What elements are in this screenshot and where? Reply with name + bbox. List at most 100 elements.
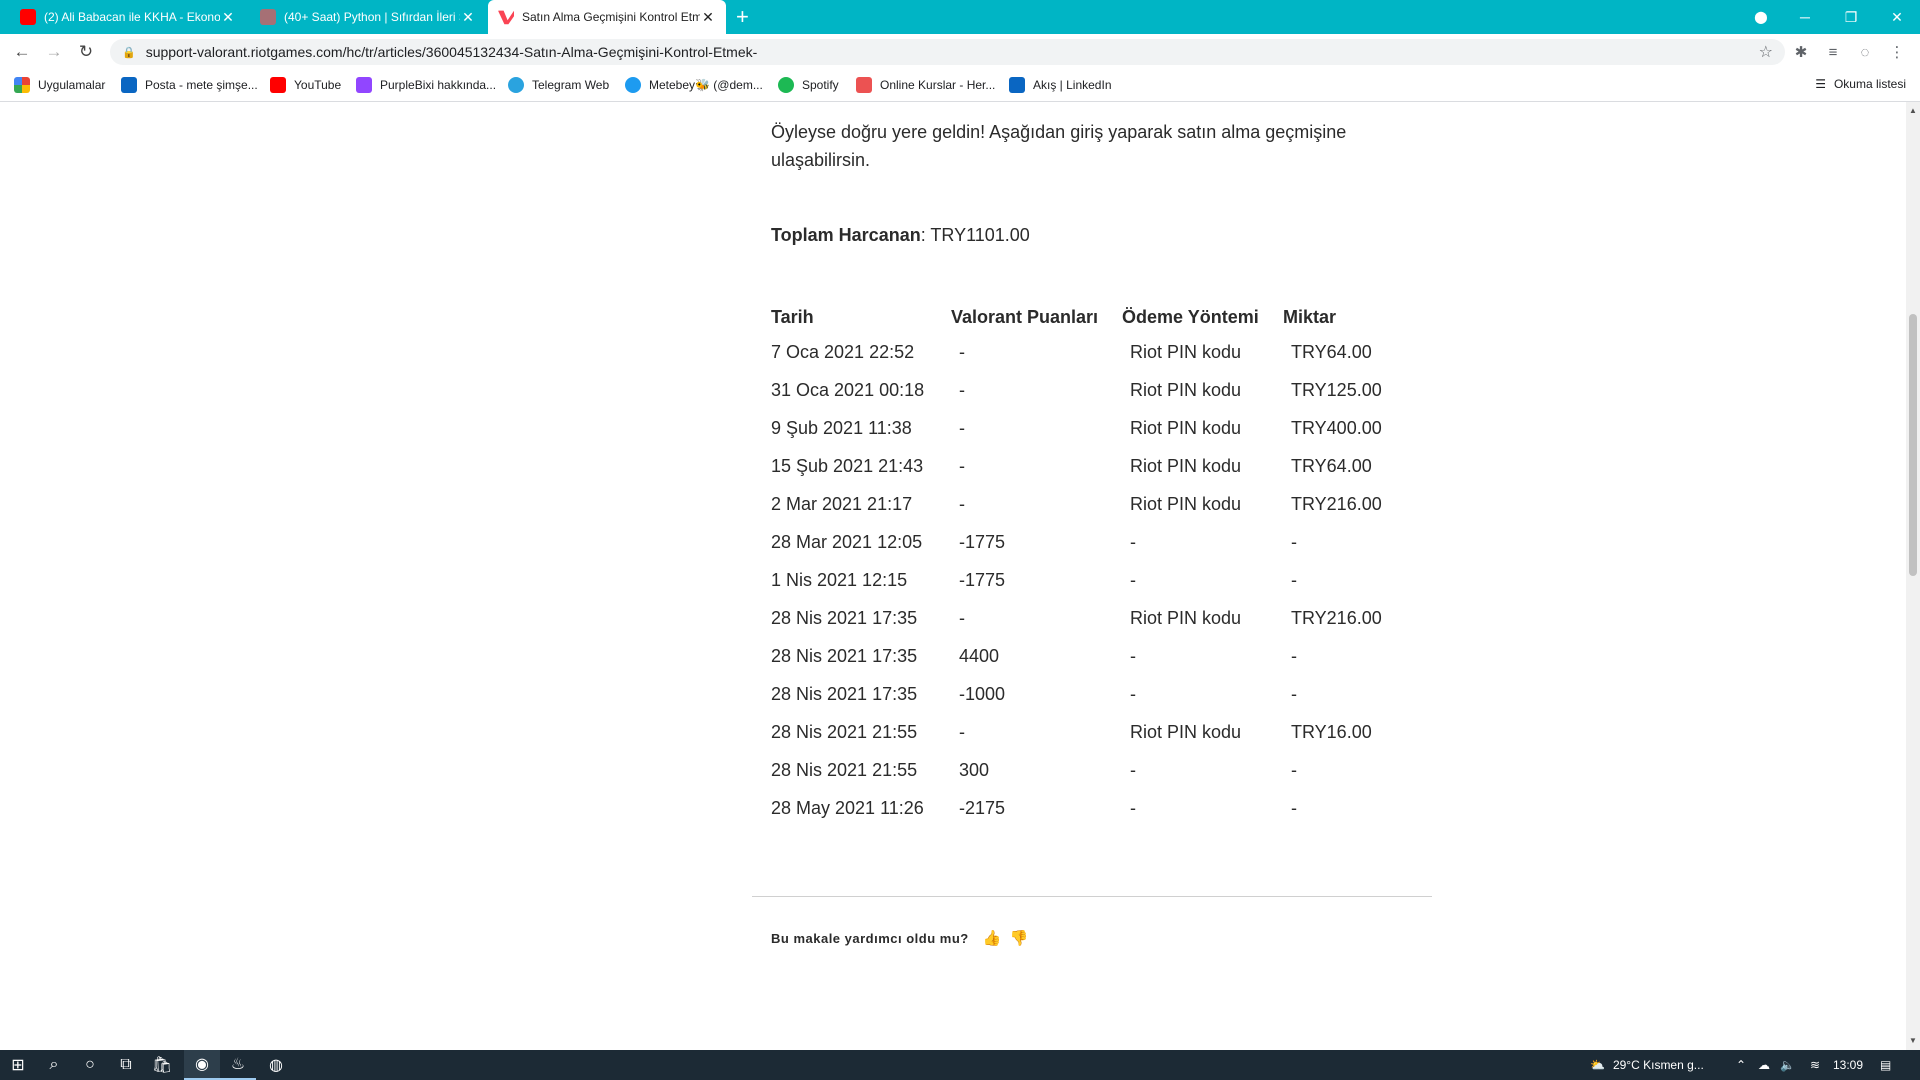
row-payment-method: - — [1130, 646, 1136, 666]
bookmark-youtube[interactable]: YouTube — [270, 77, 341, 93]
bookmark-label: Online Kurslar - Her... — [880, 78, 996, 92]
new-tab-button[interactable]: + — [736, 4, 749, 30]
row-payment-method: Riot PIN kodu — [1130, 456, 1242, 476]
browser-toolbar: ← → ↻ 🔒 support-valorant.riotgames.com/h… — [0, 34, 1920, 70]
onedrive-icon[interactable]: ☁ — [1758, 1050, 1770, 1080]
row-payment-method: - — [1130, 570, 1136, 590]
row-payment-method: - — [1130, 532, 1136, 552]
bookmark-spotify[interactable]: Spotify — [778, 77, 839, 93]
close-icon[interactable]: ✕ — [700, 9, 716, 26]
article-feedback: Bu makale yardımcı oldu mu? 👍 👎 — [771, 929, 1029, 947]
bookmark-twitch[interactable]: PurpleBixi hakkında... — [356, 77, 496, 93]
discord-icon[interactable]: ◍ — [258, 1050, 294, 1080]
tab-title: (2) Ali Babacan ile KKHA - Ekonom — [44, 10, 220, 24]
extensions-icon[interactable]: ✱ — [1791, 42, 1811, 62]
bookmark-label: Telegram Web — [532, 78, 610, 92]
reload-button[interactable]: ↻ — [74, 40, 98, 64]
youtube-icon — [270, 77, 286, 93]
back-button[interactable]: ← — [10, 40, 34, 64]
total-spent: Toplam Harcanan: TRY1101.00 — [771, 225, 1030, 246]
row-date: 9 Şub 2021 11:38 — [771, 418, 912, 438]
windows-start-icon[interactable]: ⊞ — [0, 1050, 36, 1080]
header-amount: Miktar — [1283, 307, 1337, 327]
udemy-icon — [260, 9, 276, 25]
row-payment-method: Riot PIN kodu — [1130, 342, 1242, 362]
outlook-icon — [121, 77, 137, 93]
row-points: -1775 — [959, 532, 1006, 552]
media-control-icon[interactable]: ≡ — [1823, 42, 1843, 62]
row-date: 28 Mar 2021 12:05 — [771, 532, 923, 552]
address-bar[interactable]: 🔒 support-valorant.riotgames.com/hc/tr/a… — [110, 39, 1785, 65]
bookmark-twitter[interactable]: Metebey🐝 (@dem... — [625, 77, 763, 93]
tab-youtube[interactable]: (2) Ali Babacan ile KKHA - Ekonom ✕ — [10, 0, 246, 34]
lock-icon[interactable]: 🔒 — [122, 46, 136, 59]
row-date: 7 Oca 2021 22:52 — [771, 342, 915, 362]
row-points: - — [959, 722, 965, 742]
bookmark-label: Uygulamalar — [38, 78, 106, 92]
tab-strip: (2) Ali Babacan ile KKHA - Ekonom ✕ (40+… — [0, 0, 1920, 34]
row-date: 2 Mar 2021 21:17 — [771, 494, 913, 514]
bookmark-label: Posta - mete şimşe... — [145, 78, 258, 92]
header-payment-method: Ödeme Yöntemi — [1122, 307, 1259, 327]
thumbs-down-icon[interactable]: 👎 — [1010, 929, 1029, 947]
scroll-down-icon[interactable]: ▼ — [1909, 1036, 1917, 1045]
total-value: : TRY1101.00 — [920, 225, 1030, 245]
row-date: 31 Oca 2021 00:18 — [771, 380, 925, 400]
bookmark-linkedin[interactable]: Akış | LinkedIn — [1009, 77, 1112, 93]
tab-title: (40+ Saat) Python | Sıfırdan İleri S — [284, 10, 460, 24]
row-payment-method: Riot PIN kodu — [1130, 380, 1242, 400]
scrollbar-thumb[interactable] — [1909, 314, 1917, 576]
window-close-button[interactable]: ✕ — [1874, 0, 1920, 34]
forward-button[interactable]: → — [42, 40, 66, 64]
bookmark-star-icon[interactable]: ☆ — [1759, 42, 1773, 62]
row-amount: TRY64.00 — [1291, 342, 1372, 362]
bookmark-apps[interactable]: Uygulamalar — [14, 77, 105, 93]
bookmark-udemy[interactable]: Online Kurslar - Her... — [856, 77, 995, 93]
steam-icon[interactable]: ♨ — [220, 1050, 256, 1080]
reading-list-button[interactable]: ☰ Okuma listesi — [1815, 77, 1906, 91]
clock[interactable]: 13:09 — [1833, 1050, 1863, 1080]
scroll-up-icon[interactable]: ▲ — [1909, 106, 1917, 115]
loading-extension-icon[interactable]: ◌ — [1855, 42, 1875, 62]
weather-icon: ⛅ — [1590, 1058, 1605, 1072]
row-date: 28 Nis 2021 21:55 — [771, 760, 918, 780]
profile-menu-icon[interactable]: ⬤ — [1738, 0, 1784, 34]
row-amount: TRY64.00 — [1291, 456, 1372, 476]
reading-list-label: Okuma listesi — [1833, 77, 1906, 91]
store-icon[interactable]: 🛍 — [144, 1050, 180, 1080]
menu-icon[interactable]: ⋮ — [1887, 42, 1907, 62]
header-date: Tarih — [771, 307, 814, 327]
search-icon[interactable]: ⌕ — [36, 1050, 72, 1080]
scrollbar[interactable]: ▲ ▼ — [1906, 102, 1920, 1050]
notifications-icon[interactable]: ▤ — [1880, 1050, 1891, 1080]
cortana-icon[interactable]: ○ — [72, 1050, 108, 1080]
minimize-button[interactable]: ─ — [1782, 0, 1828, 34]
weather-text: 29°C Kısmen g... — [1612, 1058, 1704, 1072]
restore-button[interactable]: ❐ — [1828, 0, 1874, 34]
spotify-icon — [778, 77, 794, 93]
tab-valorant-support[interactable]: Satın Alma Geçmişini Kontrol Etme ✕ — [488, 0, 726, 34]
tray-chevron-icon[interactable]: ⌃ — [1736, 1050, 1746, 1080]
reading-list-icon: ☰ — [1815, 77, 1826, 91]
bookmark-outlook[interactable]: Posta - mete şimşe... — [121, 77, 258, 93]
weather-widget[interactable]: ⛅ 29°C Kısmen g... — [1590, 1050, 1704, 1080]
row-date: 28 Nis 2021 17:35 — [771, 684, 918, 704]
row-amount: TRY216.00 — [1291, 494, 1382, 514]
wifi-icon[interactable]: ≋ — [1810, 1050, 1820, 1080]
linkedin-icon — [1009, 77, 1025, 93]
url-text: support-valorant.riotgames.com/hc/tr/art… — [145, 44, 758, 60]
row-points: - — [959, 380, 965, 400]
close-icon[interactable]: ✕ — [220, 9, 236, 26]
row-points: -1775 — [959, 570, 1006, 590]
row-date: 28 Nis 2021 21:55 — [771, 722, 918, 742]
close-icon[interactable]: ✕ — [460, 9, 476, 26]
telegram-icon — [508, 77, 524, 93]
tab-python-course[interactable]: (40+ Saat) Python | Sıfırdan İleri S ✕ — [250, 0, 486, 34]
chrome-icon[interactable]: ◉ — [184, 1050, 220, 1080]
bookmark-telegram[interactable]: Telegram Web — [508, 77, 609, 93]
volume-icon[interactable]: 🔈 — [1780, 1050, 1795, 1080]
thumbs-up-icon[interactable]: 👍 — [983, 929, 1002, 947]
row-amount: - — [1291, 760, 1297, 780]
task-view-icon[interactable]: ⧉ — [108, 1050, 144, 1080]
twitter-icon — [625, 77, 641, 93]
